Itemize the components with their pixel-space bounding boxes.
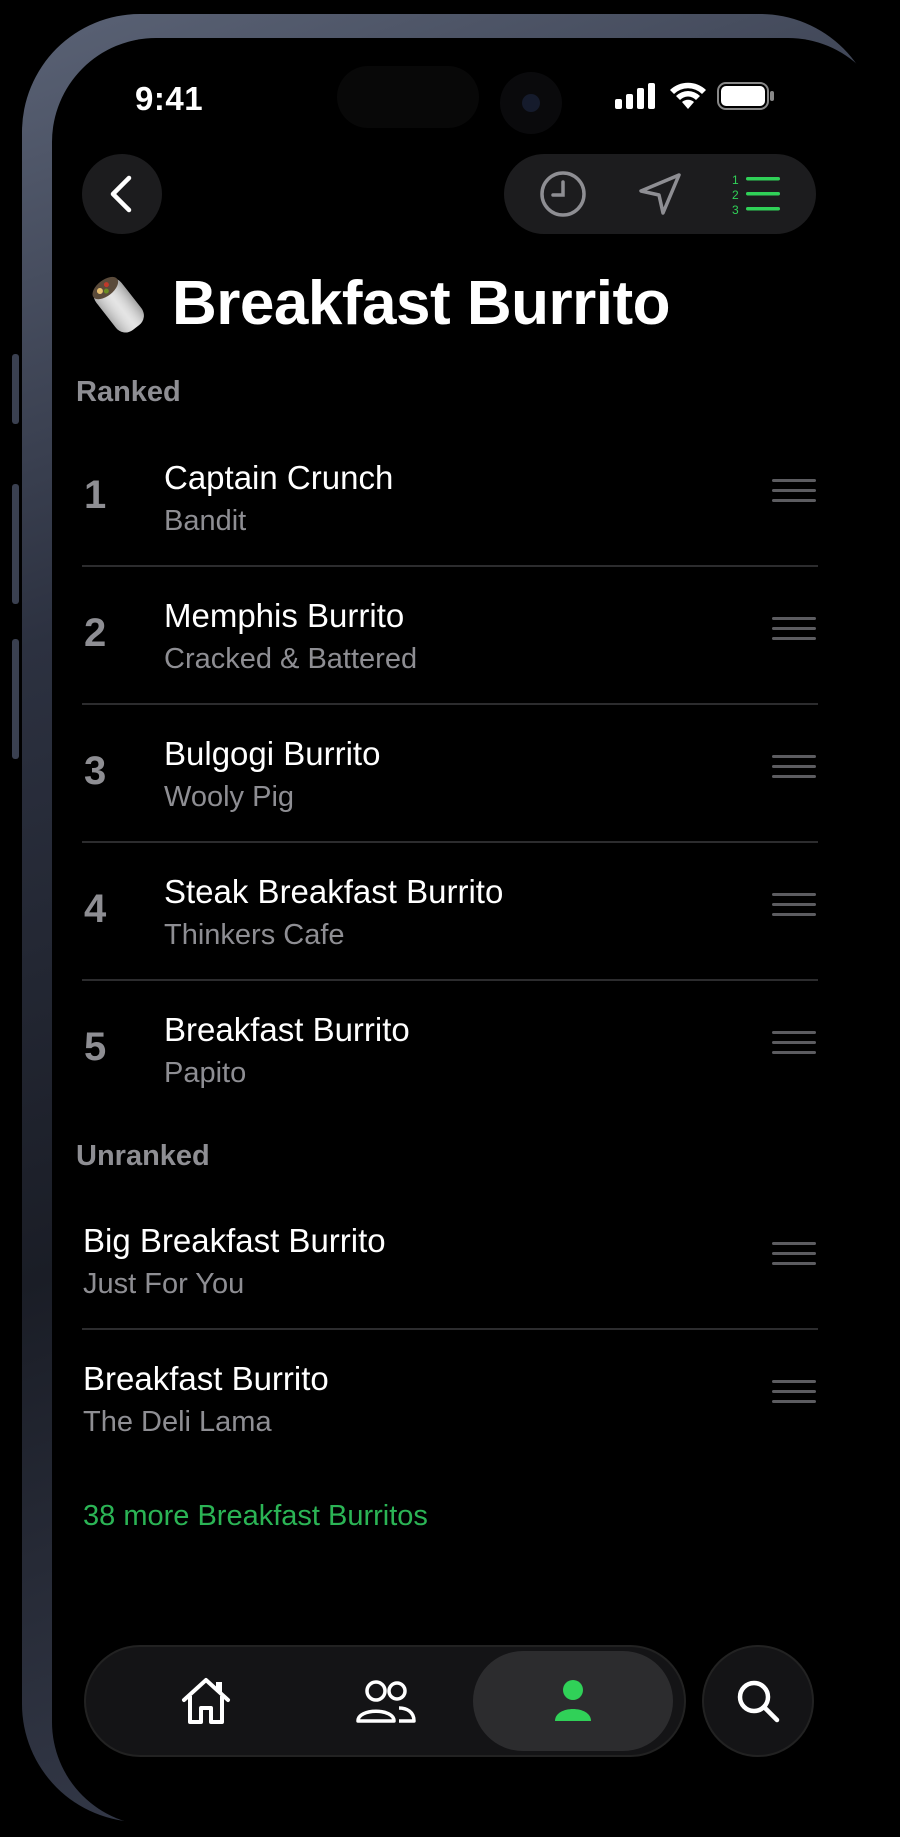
- dish-name: Steak Breakfast Burrito: [164, 873, 504, 910]
- person-icon: [555, 1680, 591, 1721]
- svg-text:3: 3: [732, 203, 739, 216]
- wifi-icon: [670, 82, 706, 109]
- search-button[interactable]: [702, 1645, 814, 1757]
- dish-name: Memphis Burrito: [164, 597, 405, 634]
- people-icon: [356, 1680, 416, 1723]
- rank-number: 3: [84, 749, 107, 793]
- clock-icon: [539, 171, 586, 217]
- dish-name: Breakfast Burrito: [164, 1011, 410, 1048]
- dish-name: Breakfast Burrito: [83, 1360, 329, 1397]
- nearby-segment[interactable]: [622, 164, 698, 224]
- back-button[interactable]: [82, 154, 162, 234]
- restaurant-name: Just For You: [83, 1268, 245, 1300]
- view-mode-segmented-control: 1 2 3: [504, 154, 816, 234]
- dish-name: Captain Crunch: [164, 459, 394, 496]
- dish-name: Big Breakfast Burrito: [83, 1222, 386, 1259]
- unranked-row[interactable]: Breakfast Burrito The Deli Lama: [82, 1330, 818, 1468]
- side-button-volume-down: [12, 639, 19, 759]
- battery-icon: [717, 82, 774, 110]
- restaurant-name: Cracked & Battered: [164, 643, 418, 675]
- cellular-signal-icon: [615, 83, 655, 109]
- ranked-row[interactable]: 1 Captain Crunch Bandit: [82, 429, 818, 567]
- drag-handle-icon[interactable]: [772, 1031, 816, 1057]
- ranked-row[interactable]: 4 Steak Breakfast Burrito Thinkers Cafe: [82, 843, 818, 981]
- rank-number: 4: [84, 887, 107, 931]
- ranked-list-segment[interactable]: 1 2 3: [719, 164, 795, 224]
- drag-handle-icon[interactable]: [772, 893, 816, 919]
- page-title-row: Breakfast Burrito: [84, 268, 670, 339]
- drag-handle-icon[interactable]: [772, 755, 816, 781]
- drag-handle-icon[interactable]: [772, 1242, 816, 1268]
- status-time: 9:41: [135, 80, 204, 117]
- tab-friends[interactable]: [286, 1651, 486, 1751]
- unranked-row[interactable]: Big Breakfast Burrito Just For You: [82, 1192, 818, 1330]
- restaurant-name: Thinkers Cafe: [164, 919, 345, 951]
- search-icon: [737, 1680, 780, 1723]
- status-icons: [615, 82, 775, 110]
- drag-handle-icon[interactable]: [772, 1380, 816, 1406]
- side-button-volume-up: [12, 484, 19, 604]
- svg-text:2: 2: [732, 188, 739, 202]
- rank-number: 2: [84, 611, 107, 655]
- drag-handle-icon[interactable]: [772, 479, 816, 505]
- unranked-section-label: Unranked: [76, 1140, 210, 1172]
- history-segment[interactable]: [525, 164, 601, 224]
- restaurant-name: Bandit: [164, 505, 247, 537]
- dish-name: Bulgogi Burrito: [164, 735, 381, 772]
- rank-number: 1: [84, 473, 107, 517]
- camera-lens: [500, 72, 562, 134]
- ranked-section-label: Ranked: [76, 376, 181, 408]
- tab-profile[interactable]: [473, 1651, 673, 1751]
- ranked-row[interactable]: 3 Bulgogi Burrito Wooly Pig: [82, 705, 818, 843]
- tab-bar: [84, 1645, 686, 1757]
- svg-text:1: 1: [732, 173, 739, 187]
- drag-handle-icon[interactable]: [772, 617, 816, 643]
- chevron-left-icon: [110, 175, 132, 213]
- restaurant-name: Papito: [164, 1057, 247, 1089]
- tab-home[interactable]: [106, 1651, 306, 1751]
- ranked-row[interactable]: 5 Breakfast Burrito Papito: [82, 981, 818, 1119]
- numbered-list-icon: 1 2 3: [732, 173, 781, 216]
- page-title: Breakfast Burrito: [172, 269, 670, 338]
- more-dishes-link[interactable]: 38 more Breakfast Burritos: [83, 1500, 428, 1533]
- burrito-icon: [92, 276, 144, 332]
- side-button-action: [12, 354, 19, 424]
- home-icon: [182, 1678, 230, 1724]
- dynamic-island: [337, 66, 479, 128]
- ranked-row[interactable]: 2 Memphis Burrito Cracked & Battered: [82, 567, 818, 705]
- navigation-arrow-icon: [639, 173, 681, 215]
- restaurant-name: Wooly Pig: [164, 781, 295, 813]
- rank-number: 5: [84, 1025, 107, 1069]
- restaurant-name: The Deli Lama: [83, 1406, 272, 1438]
